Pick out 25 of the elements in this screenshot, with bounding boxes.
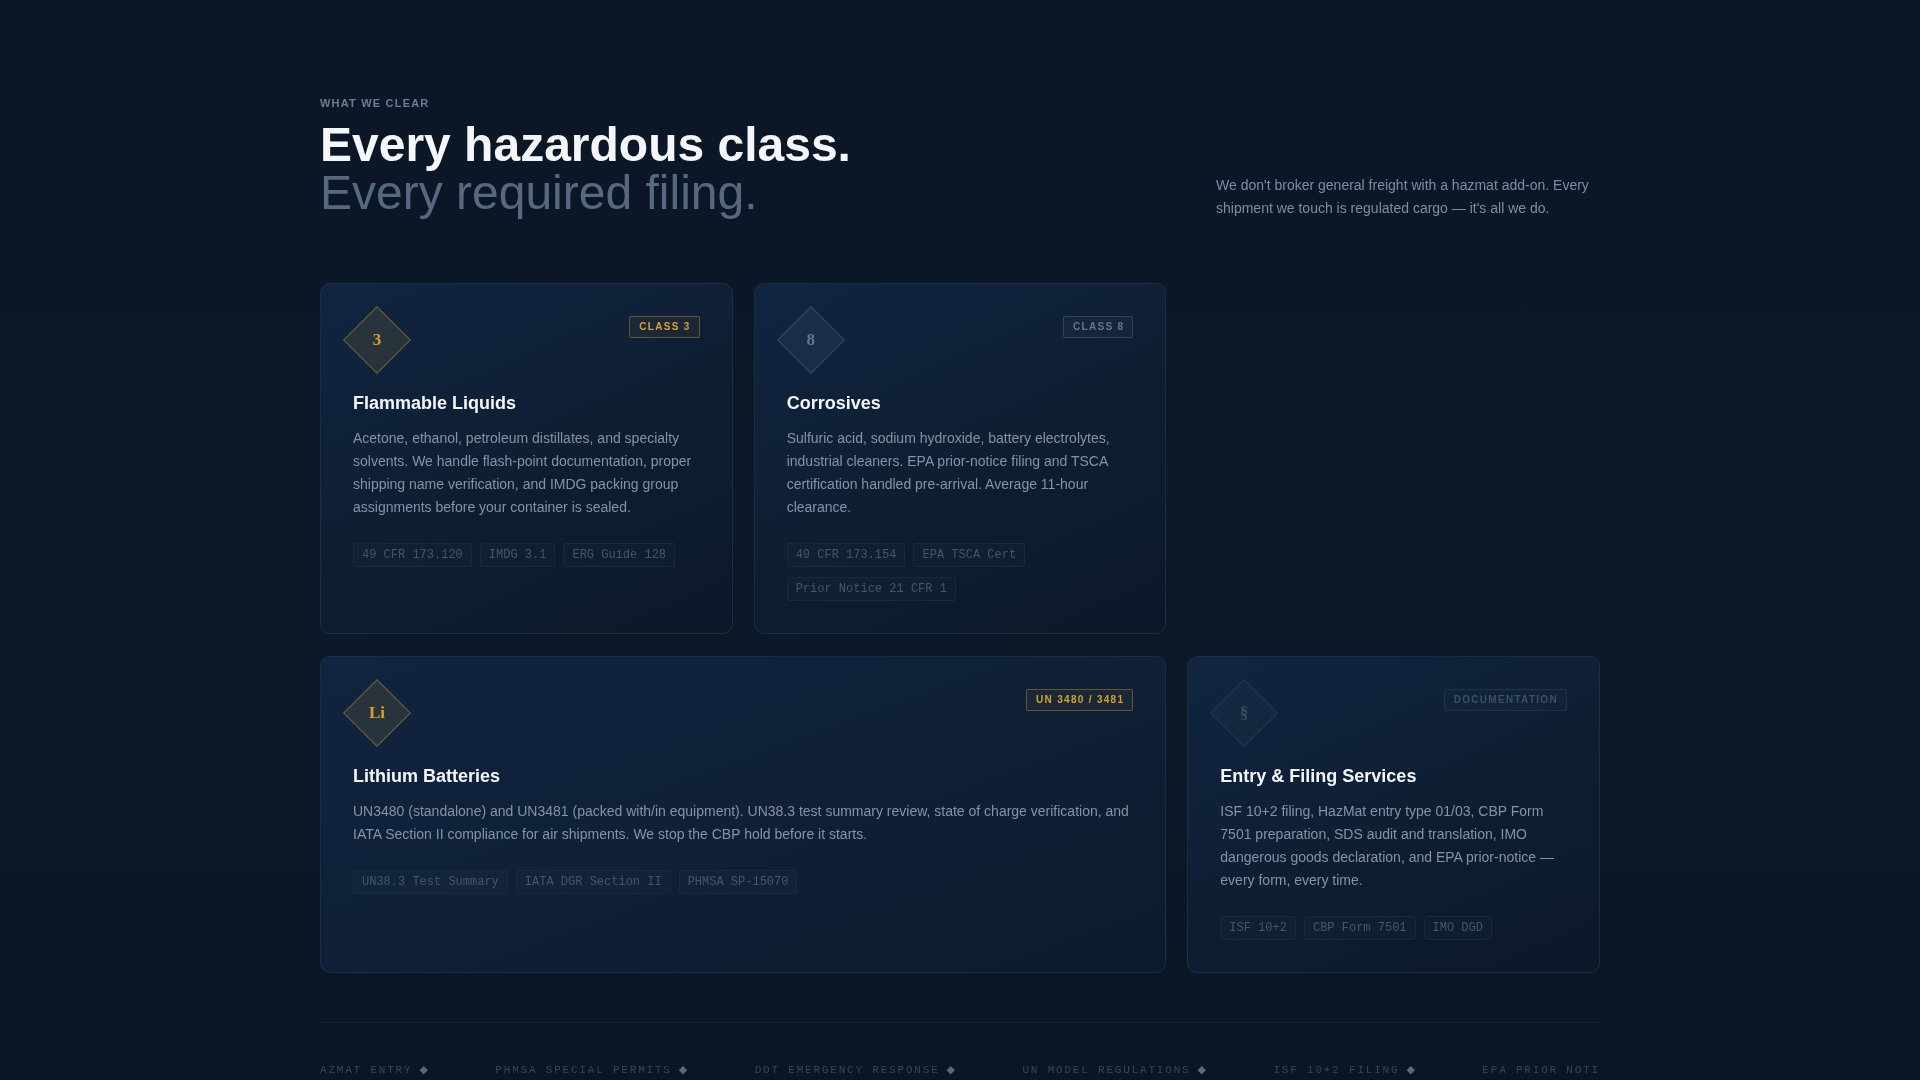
card-description: UN3480 (standalone) and UN3481 (packed with/in equipment). UN38.3 test summary review, state of charge verification, and IATA Section II compliance for air shipments. We stop the CBP hold before it starts. — [353, 802, 1130, 844]
ticker-separator: ◆ — [946, 1063, 955, 1077]
section-label: WHAT WE CLEAR — [320, 96, 430, 110]
regulation-tag: Prior Notice 21 CFR 1 — [786, 577, 956, 601]
regulation-tag: IMDG 3.1 — [479, 543, 556, 567]
ticker-separator: ◆ — [678, 1063, 688, 1077]
card-description: ISF 10+2 filing, HazMat entry type 01/03, CBP Form 7501 preparation, SDS audit and translation, IMO dangerous goods declaration, and EPA prior-notice — every form, every time. — [1220, 802, 1555, 890]
card-description: Acetone, ethanol, petroleum distillates, and specialty solvents. We handle flash-point documentation, proper shipping name verification, and IMDG packing group assignments before your container is sealed. — [353, 429, 693, 517]
regulation-tag: CBP Form 7501 — [1303, 916, 1416, 940]
ticker-separator: ◆ — [1197, 1063, 1206, 1077]
regulation-tag: EPA TSCA Cert — [913, 543, 1026, 567]
category-badge: CLASS 8 — [1063, 316, 1134, 338]
card-title: Entry & Filing Services — [1220, 765, 1417, 787]
ticker-separator: ◆ — [419, 1063, 428, 1077]
regulation-tag: ERG Guide 128 — [563, 543, 676, 567]
card-title: Lithium Batteries — [353, 765, 501, 787]
headline: Every hazardous class. — [320, 121, 851, 169]
category-badge: CLASS 3 — [629, 316, 700, 338]
intro-paragraph: We don't broker general freight with a hazmat add-on. Every shipment we touch is regulated cargo — it's all we do. — [1216, 176, 1590, 218]
card-title: Flammable Liquids — [353, 392, 517, 414]
regulation-tag: IMO DGD — [1423, 916, 1492, 940]
category-badge: UN 3480 / 3481 — [1026, 689, 1134, 711]
ticker-separator: ◆ — [1406, 1063, 1415, 1077]
card-description: Sulfuric acid, sodium hydroxide, battery electrolytes, industrial cleaners. EPA prior-notice filing and TSCA certification handled pre-arrival. Average 11-hour clearance. — [786, 429, 1111, 517]
card-title: Corrosives — [786, 392, 881, 414]
